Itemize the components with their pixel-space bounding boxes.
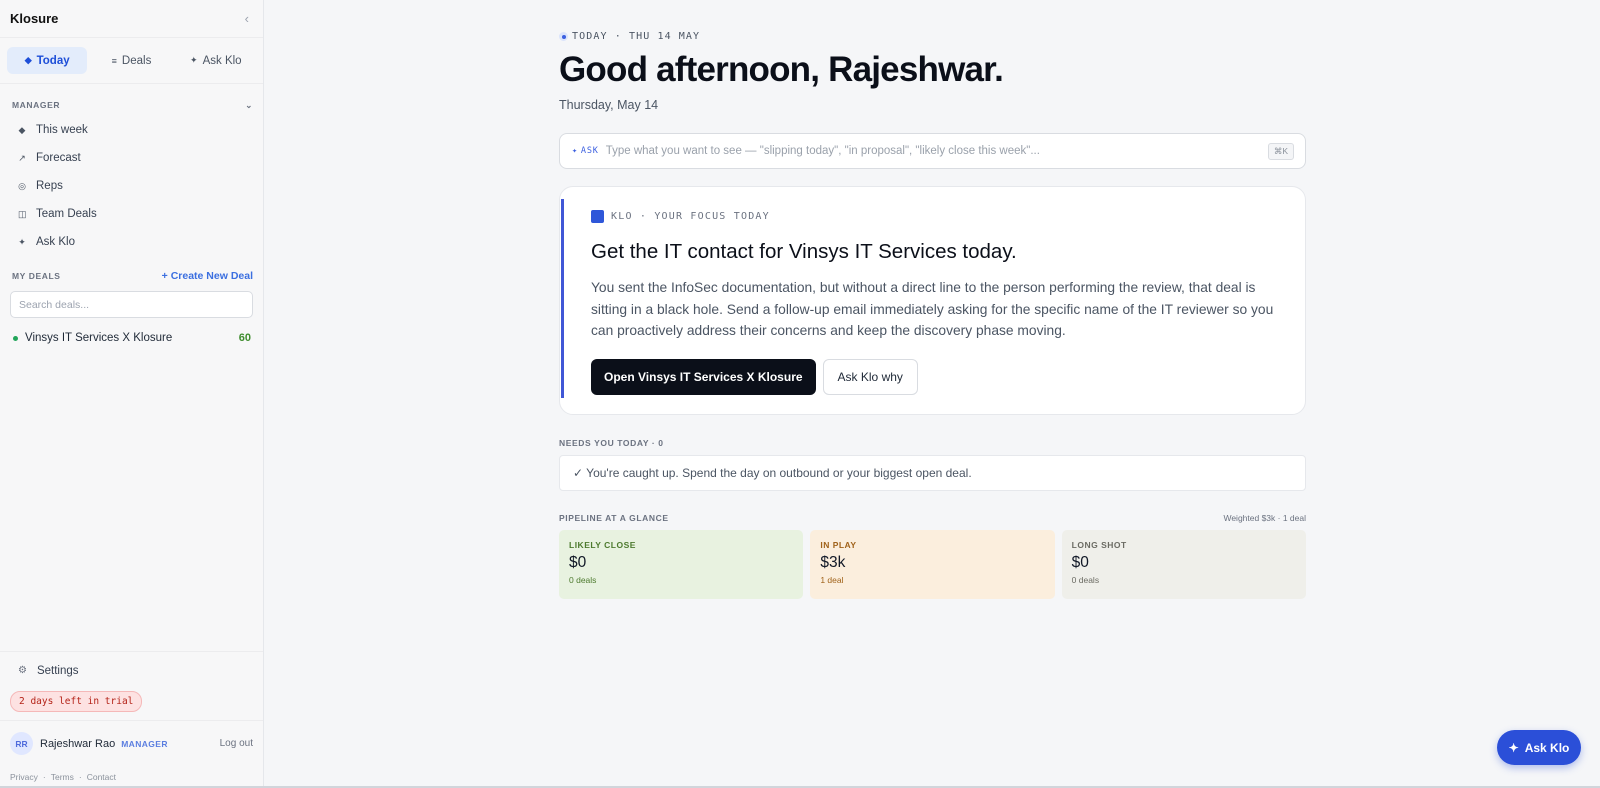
card-count: 0 deals [569,575,597,585]
sidebar-tabs: ◆ Today ≡ Deals ✦ Ask Klo [0,38,263,84]
sparkle-icon: ✦ [1508,740,1519,755]
footer-separator: · [78,772,82,782]
list-icon: ≡ [111,55,117,66]
manager-nav: ◆ This week ↗ Forecast ◎ Reps ◫ Team Dea… [0,116,263,256]
settings-item[interactable]: ⚙ Settings [0,651,263,689]
deal-list-item[interactable]: Vinsys IT Services X Klosure 60 [0,328,263,348]
user-row: RR Rajeshwar Rao MANAGER Log out [0,720,263,766]
card-value: $0 [569,554,587,571]
logout-link[interactable]: Log out [220,738,253,749]
caught-up-message: ✓ You're caught up. Spend the day on out… [559,455,1306,491]
nav-item-forecast[interactable]: ↗ Forecast [0,144,263,172]
terms-link[interactable]: Terms [51,772,74,782]
card-label: LIKELY CLOSE [569,540,636,550]
sidebar-header: Klosure ‹ [0,0,263,38]
card-label: IN PLAY [820,540,857,550]
sidebar-bottom: ⚙ Settings 2 days left in trial RR Rajes… [0,651,263,788]
pipeline-summary: Weighted $3k · 1 deal [1223,513,1306,523]
klo-square-icon [591,210,604,223]
focus-tag-label: KLO · YOUR FOCUS TODAY [611,211,770,222]
footer-separator: · [42,772,46,782]
in-play-card[interactable]: IN PLAY $3k 1 deal [810,530,1055,599]
chevron-down-icon[interactable]: ⌄ [245,100,253,111]
deal-name: Vinsys IT Services X Klosure [25,332,173,344]
ask-klo-fab-button[interactable]: ✦ Ask Klo [1497,730,1581,765]
status-dot [13,335,18,341]
diamond-icon: ◆ [24,55,32,65]
ask-bar[interactable]: ✦ ASK ⌘K [559,133,1306,169]
user-name: Rajeshwar Rao [40,737,116,750]
deal-score: 60 [238,332,251,344]
my-deals-heading: MY DEALS [12,271,61,281]
focus-card: KLO · YOUR FOCUS TODAY Get the IT contac… [559,186,1306,415]
sidebar: Klosure ‹ ◆ Today ≡ Deals ✦ Ask Klo MANA… [0,0,264,788]
nav-item-reps[interactable]: ◎ Reps [0,172,263,200]
card-label: LONG SHOT [1071,540,1127,550]
card-count: 1 deal [820,575,844,585]
pipeline-header: PIPELINE AT A GLANCE Weighted $3k · 1 de… [559,513,1306,523]
nav-item-label: This week [36,124,88,136]
target-icon: ◎ [18,180,26,191]
sparkle-icon: ✦ [572,146,578,156]
trial-badge: 2 days left in trial [10,691,143,712]
sparkle-icon: ✦ [190,55,198,65]
focus-tag: KLO · YOUR FOCUS TODAY [591,210,1275,223]
nav-item-this-week[interactable]: ◆ This week [0,116,263,144]
trend-up-icon: ↗ [18,152,26,163]
contact-link[interactable]: Contact [87,772,116,782]
date-line: TODAY · THU 14 MAY [559,31,1306,42]
ask-klo-why-button[interactable]: Ask Klo why [822,358,918,395]
open-deal-button[interactable]: Open Vinsys IT Services X Klosure [591,358,816,395]
gear-icon: ⚙ [18,665,27,676]
focus-title: Get the IT contact for Vinsys IT Service… [591,240,1017,263]
footer-links: Privacy · Terms · Contact [0,766,263,788]
my-deals-header: MY DEALS + Create New Deal [0,269,263,283]
app-brand: Klosure [10,11,59,26]
main-content: TODAY · THU 14 MAY Good afternoon, Rajes… [559,0,1306,599]
pipeline-cards: LIKELY CLOSE $0 0 deals IN PLAY $3k 1 de… [559,530,1306,599]
focus-actions: Open Vinsys IT Services X Klosure Ask Kl… [591,358,1275,395]
card-value: $0 [1071,554,1089,571]
tab-today[interactable]: ◆ Today [7,47,88,74]
nav-item-team-deals[interactable]: ◫ Team Deals [0,200,263,228]
nav-item-label: Reps [36,180,63,192]
tab-label: Ask Klo [202,54,242,67]
focus-body: You sent the InfoSec documentation, but … [591,280,1274,338]
tab-ask-klo[interactable]: ✦ Ask Klo [176,47,256,74]
card-count: 0 deals [1071,575,1100,585]
ask-tag-label: ASK [580,146,599,156]
needs-heading: NEEDS YOU TODAY · 0 [559,438,664,448]
nav-item-label: Forecast [36,152,81,164]
nav-item-label: Ask Klo [36,236,75,248]
ask-input[interactable] [605,145,1268,157]
columns-icon: ◫ [18,208,27,219]
shortcut-hint: ⌘K [1267,142,1294,160]
pipeline-heading: PIPELINE AT A GLANCE [559,513,669,523]
create-deal-link[interactable]: + Create New Deal [162,270,253,282]
settings-label: Settings [36,664,79,677]
manager-heading: MANAGER [12,100,61,110]
user-role-badge: MANAGER [121,738,168,749]
collapse-sidebar-icon[interactable]: ‹ [245,11,249,26]
tab-deals[interactable]: ≡ Deals [91,47,171,74]
diamond-icon: ◆ [18,124,26,135]
subtitle-date: Thursday, May 14 [559,98,659,112]
nav-item-label: Team Deals [36,208,97,220]
search-deals-input[interactable] [10,291,253,318]
tab-label: Deals [121,54,152,67]
fab-label: Ask Klo [1524,740,1570,755]
tab-label: Today [36,54,70,67]
avatar: RR [10,732,33,755]
live-dot-icon [559,32,568,41]
privacy-link[interactable]: Privacy [10,772,38,782]
nav-item-ask-klo[interactable]: ✦ Ask Klo [0,228,263,256]
ask-tag: ✦ ASK [572,146,599,156]
sparkle-icon: ✦ [18,236,26,247]
manager-section-header[interactable]: MANAGER ⌄ [0,99,263,111]
likely-close-card[interactable]: LIKELY CLOSE $0 0 deals [559,530,804,599]
card-value: $3k [820,554,846,571]
page-title: Good afternoon, Rajeshwar. [559,50,1004,89]
long-shot-card[interactable]: LONG SHOT $0 0 deals [1061,530,1306,599]
date-line-text: TODAY · THU 14 MAY [572,31,701,42]
